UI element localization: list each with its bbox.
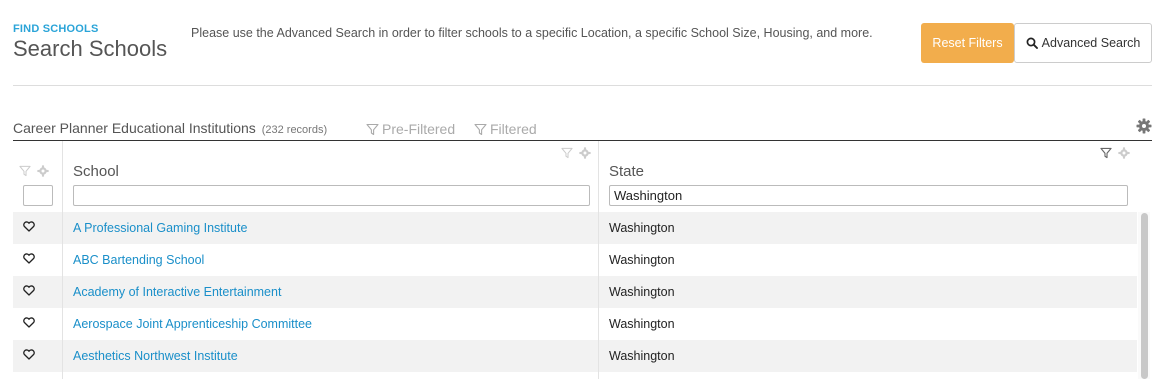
gear-icon[interactable] — [37, 165, 49, 177]
filter-icon[interactable] — [1100, 147, 1112, 159]
header-divider — [13, 85, 1152, 86]
table-row[interactable]: A Professional Gaming Institute Washingt… — [13, 212, 1137, 244]
filter-icon — [366, 123, 379, 135]
record-count: (232 records) — [261, 124, 328, 136]
prefiltered-chip[interactable]: Pre-Filtered — [366, 121, 455, 137]
school-link[interactable]: Aesthetics Northwest Institute — [73, 349, 238, 363]
grid-title: Career Planner Educational Institutions … — [13, 120, 327, 136]
school-link[interactable]: A Professional Gaming Institute — [73, 221, 247, 235]
state-cell: Washington — [609, 349, 675, 363]
table-row[interactable]: Aesthetics Northwest Institute Washingto… — [13, 340, 1137, 372]
scrollbar-thumb[interactable] — [1141, 213, 1148, 379]
gear-icon[interactable] — [1118, 147, 1130, 159]
heart-icon[interactable] — [23, 253, 35, 264]
filtered-label: Filtered — [490, 121, 537, 137]
school-column-header[interactable]: School — [62, 141, 599, 211]
filter-icon[interactable] — [19, 165, 31, 177]
table-row[interactable]: Academy of Interactive Entertainment Was… — [13, 276, 1137, 308]
select-filter-input[interactable] — [23, 185, 53, 206]
grid-title-bar: Career Planner Educational Institutions … — [13, 118, 1152, 141]
state-column-header[interactable]: State — [598, 141, 1138, 211]
heart-icon[interactable] — [23, 317, 35, 328]
school-column-icons — [561, 147, 591, 159]
school-filter-input[interactable] — [73, 185, 590, 206]
search-icon — [1026, 37, 1038, 49]
state-column-label: State — [609, 163, 645, 180]
heart-icon[interactable] — [23, 285, 35, 296]
gear-icon[interactable] — [579, 147, 591, 159]
grid-title-text: Career Planner Educational Institutions — [13, 120, 256, 136]
state-column-icons — [1100, 147, 1130, 159]
page-eyebrow: FIND SCHOOLS — [13, 23, 99, 35]
state-cell: Washington — [609, 253, 675, 267]
table-row[interactable]: Aerospace Joint Apprenticeship Committee… — [13, 308, 1137, 340]
select-column-icons — [19, 165, 49, 177]
page-title: Search Schools — [13, 36, 168, 61]
prefiltered-label: Pre-Filtered — [382, 121, 456, 137]
help-text: Please use the Advanced Search in order … — [191, 26, 873, 40]
heart-icon[interactable] — [23, 221, 35, 232]
select-column-header — [13, 141, 62, 211]
table-row[interactable]: ABC Bartending School Washington — [13, 244, 1137, 276]
grid-body: A Professional Gaming Institute Washingt… — [13, 212, 1137, 372]
column-divider — [62, 141, 63, 379]
state-cell: Washington — [609, 285, 675, 299]
column-divider — [598, 141, 599, 379]
page-header: FIND SCHOOLS Search Schools Please use t… — [0, 0, 1158, 86]
advanced-search-button[interactable]: Advanced Search — [1014, 23, 1152, 63]
filter-icon — [474, 123, 487, 135]
heart-icon[interactable] — [23, 349, 35, 360]
school-link[interactable]: Academy of Interactive Entertainment — [73, 285, 281, 299]
filter-icon[interactable] — [561, 147, 573, 159]
state-cell: Washington — [609, 221, 675, 235]
reset-filters-button[interactable]: Reset Filters — [921, 23, 1014, 63]
grid-settings-gear-icon[interactable] — [1136, 118, 1152, 134]
state-cell: Washington — [609, 317, 675, 331]
filtered-chip[interactable]: Filtered — [474, 121, 537, 137]
school-link[interactable]: ABC Bartending School — [73, 253, 204, 267]
school-link[interactable]: Aerospace Joint Apprenticeship Committee — [73, 317, 312, 331]
state-filter-input[interactable] — [609, 185, 1128, 206]
school-column-label: School — [73, 163, 119, 180]
advanced-search-label: Advanced Search — [1041, 36, 1141, 50]
